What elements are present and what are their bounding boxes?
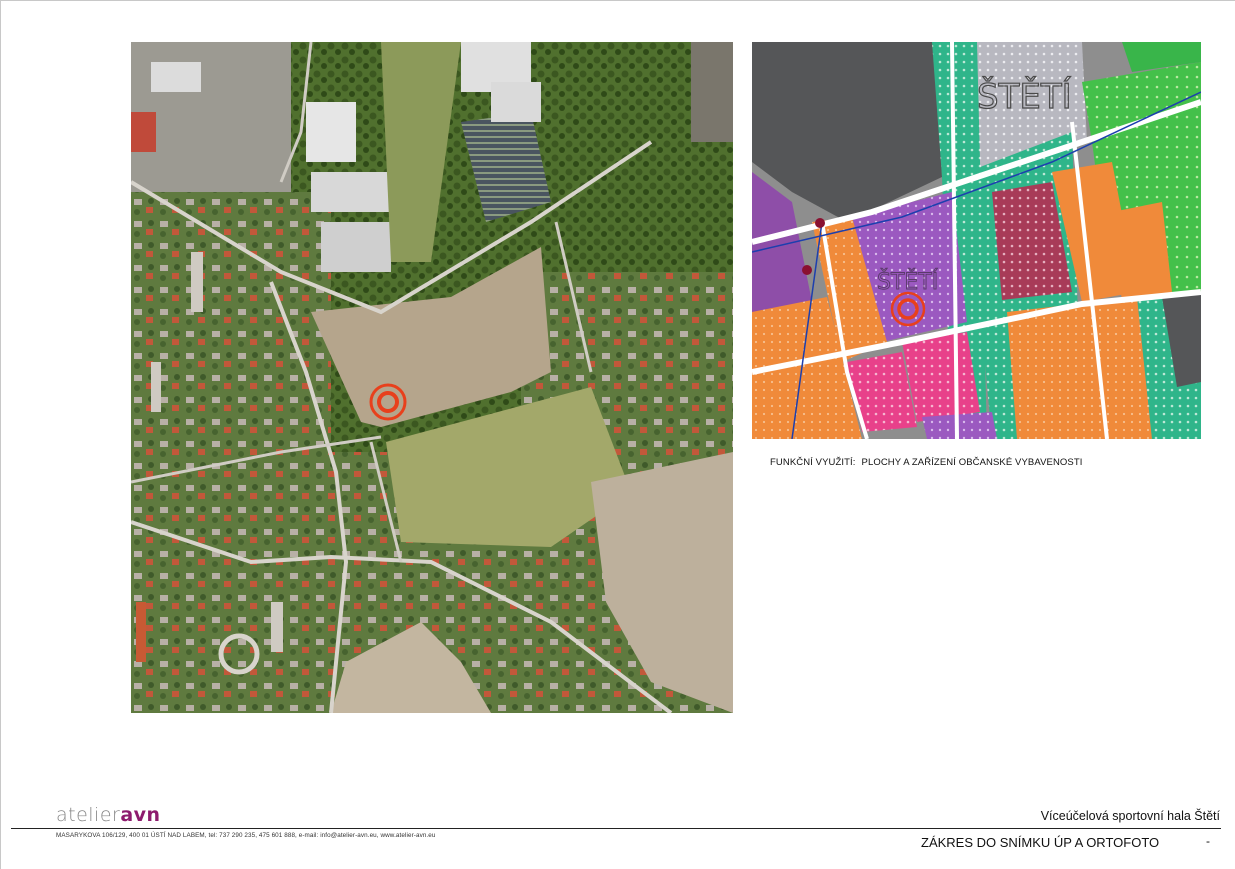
zoning-label-top: ŠTĚTÍ [977, 76, 1072, 117]
page-border-left [0, 0, 1, 869]
caption-key: FUNKČNÍ VYUŽITÍ: [770, 457, 856, 468]
page-border-top [0, 0, 1235, 1]
footer-divider [11, 828, 1221, 829]
company-logo: atelieravn [56, 806, 161, 825]
logo-suffix: avn [120, 804, 161, 826]
zoning-caption: FUNKČNÍ VYUŽITÍ: PLOCHY A ZAŘÍZENÍ OBČANS… [770, 457, 1083, 468]
sheet-number: - [1206, 834, 1210, 848]
caption-value: PLOCHY A ZAŘÍZENÍ OBČANSKÉ VYBAVENOSTI [861, 457, 1083, 468]
sheet-title: ZÁKRES DO SNÍMKU ÚP A ORTOFOTO [921, 835, 1160, 850]
logo-prefix: atelier [56, 804, 121, 826]
zoning-label-center: ŠTĚTÍ [877, 269, 938, 295]
project-title: Víceúčelová sportovní hala Štětí [1040, 809, 1220, 823]
orthophoto-map [131, 42, 733, 713]
company-address: MASARYKOVA 106/129, 400 01 ÚSTÍ NAD LABE… [56, 832, 436, 839]
zoning-plan-map: ŠTĚTÍ ŠTĚTÍ [752, 42, 1201, 439]
